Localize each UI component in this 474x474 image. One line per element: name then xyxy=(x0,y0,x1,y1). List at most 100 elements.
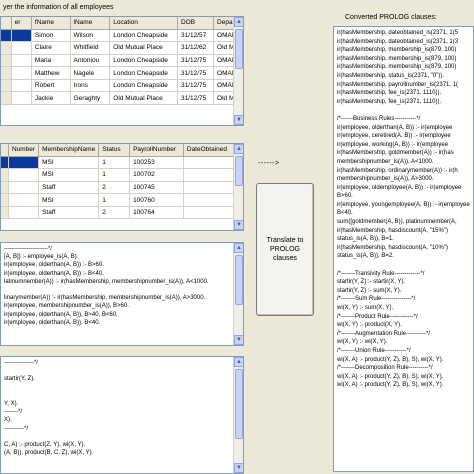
column-header[interactable]: Number xyxy=(8,144,40,157)
table-cell[interactable] xyxy=(11,41,32,55)
table-cell[interactable]: 31/12/57 xyxy=(177,29,215,43)
scroll-down-icon[interactable]: ▼ xyxy=(234,220,243,230)
table-cell[interactable] xyxy=(8,193,40,207)
membership-grid-scrollbar[interactable]: ▲ ▼ xyxy=(233,144,243,230)
table-cell[interactable]: Maria xyxy=(31,54,71,68)
rules-scrollbar[interactable]: ▲ ▼ xyxy=(233,243,243,345)
table-cell[interactable]: Antoniou xyxy=(70,54,111,68)
row-header[interactable] xyxy=(1,206,9,220)
table-cell[interactable]: Irons xyxy=(70,79,111,93)
table-cell[interactable] xyxy=(8,181,40,195)
table-cell[interactable]: 2 xyxy=(98,206,131,220)
table-cell[interactable] xyxy=(8,168,40,182)
business-rules-textbox[interactable]: ----------------------*/ [A, B]) :- emplo… xyxy=(0,242,244,346)
row-header[interactable] xyxy=(1,29,12,43)
table-row[interactable]: Simon Wilson London Cheapside 31/12/57 OMAM xyxy=(1,29,243,43)
table-cell[interactable] xyxy=(8,156,40,170)
table-cell[interactable]: 31/12/75 xyxy=(177,91,215,106)
table-cell[interactable]: 31/12/75 xyxy=(177,79,215,93)
table-row[interactable]: Staff 2 100745 xyxy=(1,181,243,195)
scroll-up-icon[interactable]: ▲ xyxy=(234,243,243,253)
table-cell[interactable]: Matthew xyxy=(31,66,71,80)
table-row[interactable]: MSI 1 100760 xyxy=(1,193,243,207)
inference-rules-textbox[interactable]: ---------------*/ startir(Y, Z). Y, X). -… xyxy=(0,356,244,474)
table-cell[interactable]: Old Mutual Place xyxy=(109,91,178,106)
table-row[interactable]: Staff 2 100764 xyxy=(1,206,243,220)
table-cell[interactable] xyxy=(11,29,32,43)
translate-button[interactable]: Translate to PROLOG clauses xyxy=(256,183,314,316)
table-cell[interactable]: 100253 xyxy=(129,156,184,170)
row-header[interactable] xyxy=(1,168,9,182)
table-cell[interactable]: 1 xyxy=(98,168,131,182)
table-row[interactable]: Jackie Geraghty Old Mutual Place 31/12/75 Ol… xyxy=(1,91,243,106)
table-cell[interactable]: Staff xyxy=(38,181,100,195)
scroll-thumb[interactable] xyxy=(235,156,243,186)
row-header[interactable] xyxy=(1,181,9,195)
row-header[interactable] xyxy=(1,41,12,55)
table-cell[interactable]: Simon xyxy=(31,29,71,43)
table-cell[interactable]: Geraghty xyxy=(70,91,111,106)
table-cell[interactable] xyxy=(8,206,40,220)
table-cell[interactable]: Jackie xyxy=(31,91,71,106)
table-cell[interactable]: 31/12/62 xyxy=(177,41,215,55)
column-header[interactable]: PayrollNumber xyxy=(129,144,184,157)
table-cell[interactable] xyxy=(11,66,32,80)
column-header[interactable]: lName xyxy=(70,17,111,30)
table-cell[interactable]: Old Mutual Place xyxy=(109,41,178,55)
column-header[interactable]: er xyxy=(11,17,32,30)
column-header[interactable]: Location xyxy=(109,17,178,30)
table-cell[interactable] xyxy=(11,79,32,93)
scroll-down-icon[interactable]: ▼ xyxy=(234,335,243,345)
table-row[interactable]: Matthew Nagele London Cheapside 31/12/75 OMA… xyxy=(1,66,243,80)
column-header[interactable]: DOB xyxy=(177,17,215,30)
table-cell[interactable]: MSI xyxy=(38,168,100,182)
table-cell[interactable]: London Cheapside xyxy=(109,66,178,80)
table-row[interactable]: MSI 1 100702 xyxy=(1,168,243,182)
table-cell[interactable]: London Cheapside xyxy=(109,54,178,68)
column-header[interactable]: Status xyxy=(98,144,131,157)
row-header[interactable] xyxy=(1,156,9,170)
scroll-down-icon[interactable]: ▼ xyxy=(234,115,243,125)
table-cell[interactable]: London Cheapside xyxy=(109,29,178,43)
table-cell[interactable]: Wilson xyxy=(70,29,111,43)
table-cell[interactable]: Nagele xyxy=(70,66,111,80)
table-cell[interactable]: 1 xyxy=(98,156,131,170)
table-cell[interactable]: 100760 xyxy=(129,193,184,207)
row-header[interactable] xyxy=(1,54,12,68)
table-row[interactable]: Claire Whitfield Old Mutual Place 31/12/62 O… xyxy=(1,41,243,55)
row-header[interactable] xyxy=(1,79,12,93)
table-cell[interactable]: MSI xyxy=(38,156,100,170)
table-cell[interactable]: 100745 xyxy=(129,181,184,195)
table-cell[interactable]: MSI xyxy=(38,193,100,207)
table-cell[interactable]: 1 xyxy=(98,193,131,207)
scroll-thumb[interactable] xyxy=(235,255,243,305)
table-row[interactable]: Maria Antoniou London Cheapside 31/12/75 OMA… xyxy=(1,54,243,68)
table-row[interactable]: Robert Irons London Cheapside 31/12/75 OMAM xyxy=(1,79,243,93)
table-cell[interactable]: Staff xyxy=(38,206,100,220)
scroll-up-icon[interactable]: ▲ xyxy=(234,357,243,367)
table-cell[interactable]: Claire xyxy=(31,41,71,55)
row-header[interactable] xyxy=(1,66,12,80)
table-cell[interactable]: Robert xyxy=(31,79,71,93)
table-cell[interactable] xyxy=(11,91,32,106)
table-cell[interactable]: 2 xyxy=(98,181,131,195)
table-cell[interactable]: 31/12/75 xyxy=(177,54,215,68)
table-row[interactable]: MSI 1 100253 xyxy=(1,156,243,170)
converted-clauses-textbox[interactable]: ir(hasMembership, dateobtained_is(2371, … xyxy=(333,26,474,472)
scroll-down-icon[interactable]: ▼ xyxy=(234,463,243,473)
table-cell[interactable]: 100702 xyxy=(129,168,184,182)
table-cell[interactable] xyxy=(11,54,32,68)
table-cell[interactable]: London Cheapside xyxy=(109,79,178,93)
row-header[interactable] xyxy=(1,91,12,106)
scroll-up-icon[interactable]: ▲ xyxy=(234,144,243,154)
table-cell[interactable]: Whitfield xyxy=(70,41,111,55)
scroll-up-icon[interactable]: ▲ xyxy=(234,17,243,27)
column-header[interactable]: fName xyxy=(31,17,71,30)
membership-grid[interactable]: Number MembershipName Status PayrollNumber D… xyxy=(0,143,244,231)
employees-grid[interactable]: er fName lName Location DOB Depar Simon Wilson… xyxy=(0,16,244,126)
inference-scrollbar[interactable]: ▲ ▼ xyxy=(233,357,243,473)
column-header[interactable]: MembershipName xyxy=(38,144,100,157)
employees-grid-scrollbar[interactable]: ▲ ▼ xyxy=(233,17,243,125)
table-cell[interactable]: 31/12/75 xyxy=(177,66,215,80)
scroll-thumb[interactable] xyxy=(235,29,243,69)
